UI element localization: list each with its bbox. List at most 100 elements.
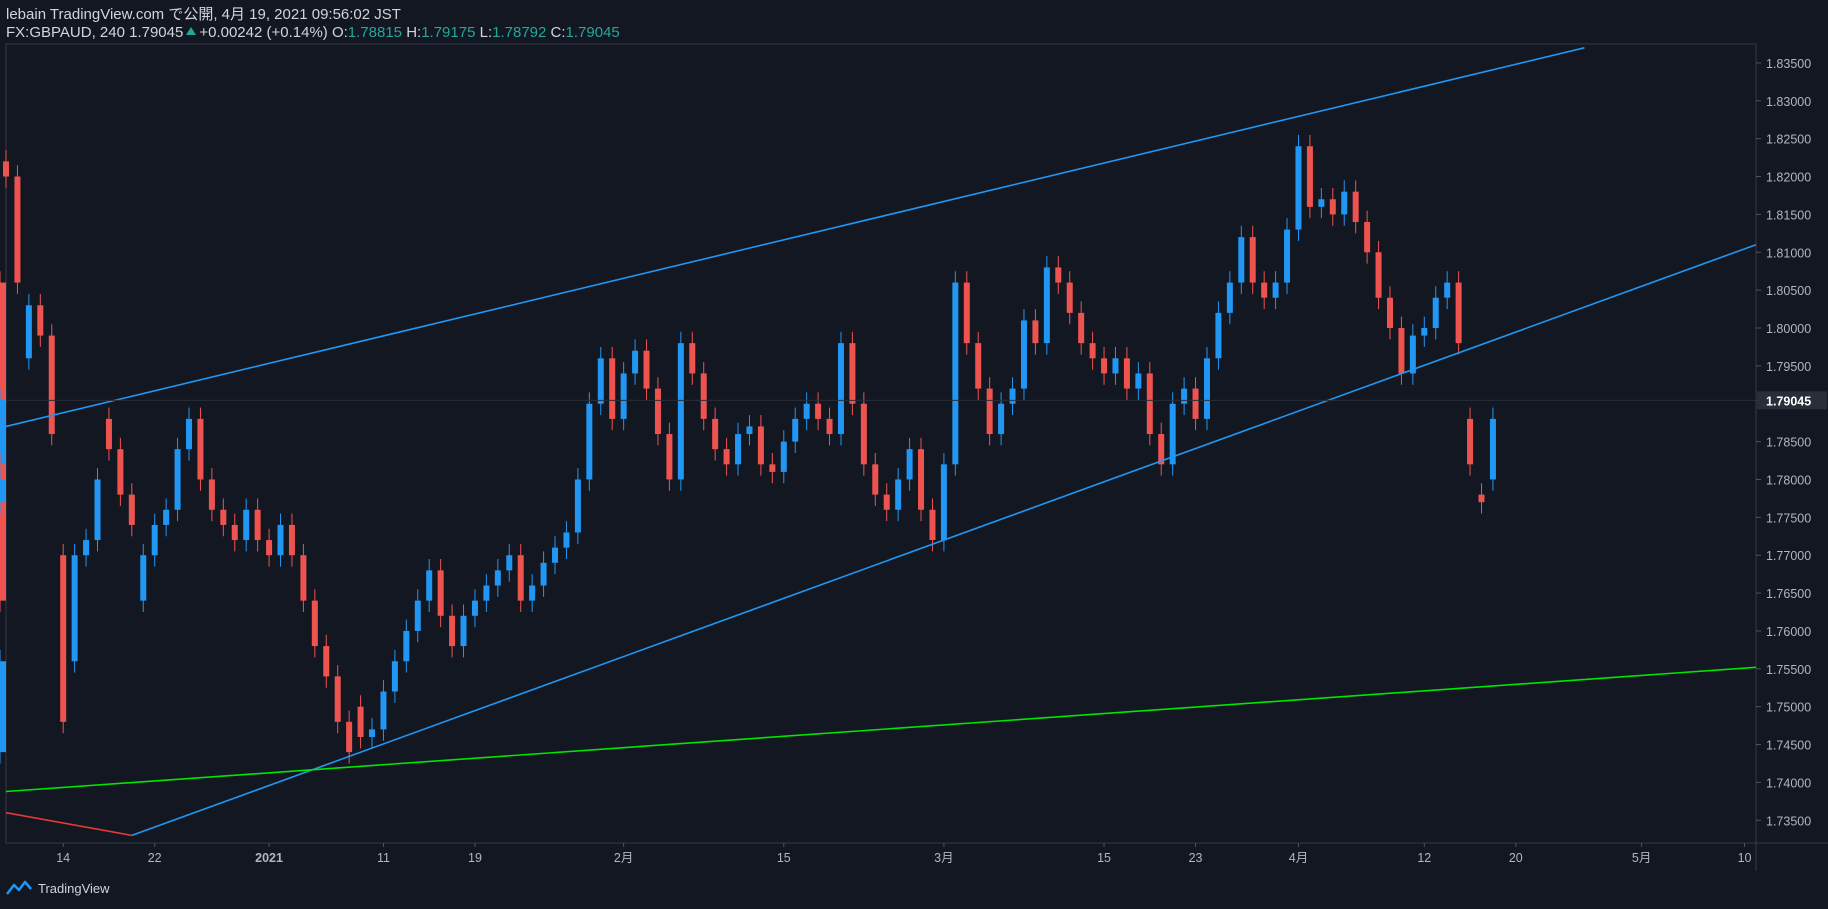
candle-body xyxy=(723,449,730,465)
candle-body xyxy=(1192,388,1199,419)
x-tick-label: 12 xyxy=(1417,851,1431,865)
candle-body xyxy=(1375,252,1382,298)
candle-body xyxy=(1489,418,1496,480)
close-value: 1.79045 xyxy=(565,24,620,41)
y-tick-label: 1.74000 xyxy=(1766,776,1811,790)
y-tick-label: 1.81000 xyxy=(1766,246,1811,260)
candle-body xyxy=(1478,494,1485,503)
up-arrow-icon xyxy=(186,27,197,35)
candle-body xyxy=(231,524,238,541)
x-tick-label: 10 xyxy=(1738,851,1752,865)
candle-body xyxy=(792,418,799,442)
candle-body xyxy=(1089,343,1096,359)
candle-body xyxy=(1215,312,1222,359)
candle-body xyxy=(266,540,273,556)
close-label: C: xyxy=(550,24,566,41)
candle-body xyxy=(1043,267,1050,344)
candle-body xyxy=(872,464,879,495)
symbol-label[interactable]: FX:GBPAUD, 240 xyxy=(6,24,125,41)
candle-body xyxy=(998,403,1005,435)
candle-body xyxy=(540,562,547,586)
candle-body xyxy=(757,426,764,465)
candle-body xyxy=(288,524,295,556)
candle-body xyxy=(883,494,890,510)
candle-body xyxy=(83,540,90,556)
candle-body xyxy=(700,373,707,419)
y-tick-label: 1.83500 xyxy=(1766,57,1811,71)
y-tick-label: 1.78500 xyxy=(1766,436,1811,450)
candle-body xyxy=(1055,267,1062,283)
trendline-channel-lower[interactable] xyxy=(131,243,1757,837)
candle-body xyxy=(1078,312,1085,344)
y-tick-label: 1.75500 xyxy=(1766,663,1811,677)
candle-body xyxy=(780,441,787,472)
y-tick-label: 1.80500 xyxy=(1766,284,1811,298)
brand-label: TradingView xyxy=(38,880,110,896)
candle-body xyxy=(849,343,856,404)
high-label: H: xyxy=(406,24,422,41)
candle-body xyxy=(677,343,684,480)
candle-body xyxy=(1432,297,1439,329)
candle-body xyxy=(1386,297,1393,329)
candle-body xyxy=(186,418,193,450)
candle-body xyxy=(1341,191,1348,215)
candle-body xyxy=(494,570,501,586)
candle-body xyxy=(163,509,170,525)
candle-body xyxy=(529,585,536,601)
candle-body xyxy=(552,547,559,563)
candle-body xyxy=(311,600,318,647)
candle-body xyxy=(1066,282,1073,313)
trendline-channel-upper[interactable] xyxy=(5,47,1585,428)
candle-body xyxy=(643,350,650,389)
y-tick-label: 1.80000 xyxy=(1766,322,1811,336)
candle-body xyxy=(1112,358,1119,374)
candle-body xyxy=(1409,335,1416,374)
candle-body xyxy=(208,479,215,510)
candle-body xyxy=(25,305,32,359)
candle-body xyxy=(986,388,993,435)
candle-body xyxy=(380,691,387,730)
candle-body xyxy=(1249,237,1256,283)
candle-body xyxy=(220,509,227,525)
candle-body xyxy=(71,555,78,662)
candle-body xyxy=(735,434,742,465)
trendline-red-line[interactable] xyxy=(5,811,132,837)
y-tick-label: 1.79500 xyxy=(1766,360,1811,374)
candle-body xyxy=(918,449,925,510)
candle-body xyxy=(632,350,639,374)
candle-body xyxy=(300,555,307,601)
y-tick-label: 1.81500 xyxy=(1766,208,1811,222)
candle-body xyxy=(929,509,936,541)
candle-body xyxy=(471,600,478,616)
low-label: L: xyxy=(479,24,493,41)
candle-body xyxy=(369,729,376,737)
y-tick-label: 1.79045 xyxy=(1766,394,1811,408)
trendline-support[interactable] xyxy=(5,666,1757,793)
candle-body xyxy=(426,570,433,601)
y-tick-label: 1.76000 xyxy=(1766,625,1811,639)
x-tick-label: 2021 xyxy=(255,851,283,865)
candle-body xyxy=(1318,199,1325,207)
candle-body xyxy=(1238,237,1245,283)
candle-body xyxy=(860,403,867,465)
candle-body xyxy=(689,343,696,374)
open-label: O: xyxy=(331,24,348,41)
candles-layer xyxy=(0,134,1496,764)
candle-body xyxy=(975,343,982,389)
candle-body xyxy=(1181,388,1188,404)
candle-body xyxy=(60,555,67,722)
price-change: +0.00242 (+0.14%) xyxy=(199,24,328,41)
candle-body xyxy=(1146,373,1153,435)
price-axis[interactable]: 1.83500 1.83000 1.82500 1.82000 1.81500 1.810… xyxy=(1756,57,1827,828)
candle-body xyxy=(403,630,410,662)
time-axis[interactable]: 14 22 2021 11 19 2月 15 3月 15 23 4月 12 20 5月 10 xyxy=(56,843,1752,865)
candle-body xyxy=(803,403,810,419)
price-chart[interactable]: 1.83500 1.83000 1.82500 1.82000 1.81500 1.810… xyxy=(0,0,1828,909)
y-tick-label: 1.82500 xyxy=(1766,133,1811,147)
candle-body xyxy=(391,661,398,692)
footer[interactable]: TradingView xyxy=(6,880,110,896)
candle-body xyxy=(769,464,776,472)
candle-body xyxy=(895,479,902,510)
candle-body xyxy=(1306,146,1313,207)
candle-body xyxy=(1352,191,1359,222)
